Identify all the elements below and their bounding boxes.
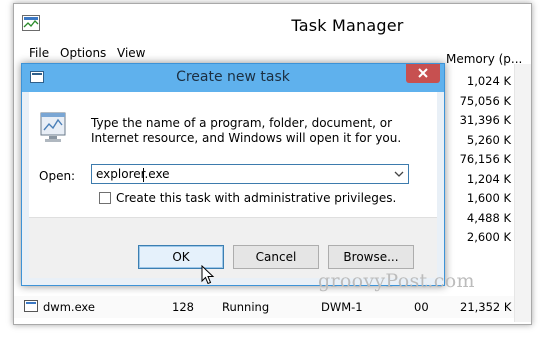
process-status: Running bbox=[222, 300, 270, 314]
mouse-cursor-icon bbox=[201, 265, 215, 285]
memory-value: 1,024 K bbox=[466, 74, 511, 88]
browse-button[interactable]: Browse... bbox=[328, 245, 414, 269]
memory-value: 2,600 K bbox=[466, 230, 511, 244]
dialog-title: Create new task bbox=[176, 69, 290, 85]
memory-value: 1,204 K bbox=[466, 171, 511, 186]
run-program-icon bbox=[40, 112, 66, 142]
dialog-description: Type the name of a program, folder, docu… bbox=[91, 116, 402, 145]
open-input[interactable]: explorer.exe bbox=[96, 167, 170, 181]
open-combobox[interactable]: explorer.exe bbox=[91, 164, 409, 184]
menu-options[interactable]: Options bbox=[60, 46, 106, 60]
watermark: groovyPost.com bbox=[318, 270, 475, 292]
process-memory: 21,352 K bbox=[460, 300, 512, 314]
process-user: DWM-1 bbox=[321, 300, 363, 314]
memory-column-header[interactable]: Memory (p... bbox=[446, 52, 522, 66]
memory-column: 1,024 K 75,056 K 31,396 K 5,260 K 76,156… bbox=[438, 72, 511, 248]
menu-file[interactable]: File bbox=[29, 46, 49, 60]
process-pid: 128 bbox=[172, 300, 194, 314]
cancel-button[interactable]: Cancel bbox=[233, 245, 319, 269]
close-icon bbox=[418, 68, 428, 78]
vertical-scrollbar[interactable] bbox=[514, 64, 531, 322]
open-label: Open: bbox=[39, 169, 76, 183]
task-manager-title: Task Manager bbox=[291, 16, 404, 35]
memory-value: 1,600 K bbox=[466, 191, 511, 205]
task-manager-titlebar: Task Manager bbox=[14, 4, 531, 42]
memory-value: 75,056 K bbox=[459, 93, 511, 108]
create-new-task-dialog: Create new task Type the name of a progr… bbox=[21, 63, 445, 286]
memory-value: 31,396 K bbox=[459, 113, 511, 127]
process-cpu: 00 bbox=[414, 300, 429, 314]
process-icon bbox=[24, 300, 38, 312]
text-caret bbox=[143, 168, 144, 182]
memory-value: 76,156 K bbox=[459, 152, 511, 166]
close-button[interactable] bbox=[406, 64, 440, 83]
admin-privileges-label: Create this task with administrative pri… bbox=[116, 191, 397, 205]
memory-value: 5,260 K bbox=[466, 132, 511, 147]
memory-value: 4,488 K bbox=[466, 210, 511, 225]
admin-privileges-checkbox[interactable] bbox=[99, 192, 111, 204]
chevron-down-icon[interactable] bbox=[394, 170, 404, 178]
menu-view[interactable]: View bbox=[117, 46, 145, 60]
process-row[interactable]: dwm.exe 128 Running DWM-1 00 21,352 K bbox=[14, 296, 531, 318]
process-name: dwm.exe bbox=[43, 300, 95, 314]
dialog-titlebar[interactable]: Create new task bbox=[22, 64, 444, 92]
